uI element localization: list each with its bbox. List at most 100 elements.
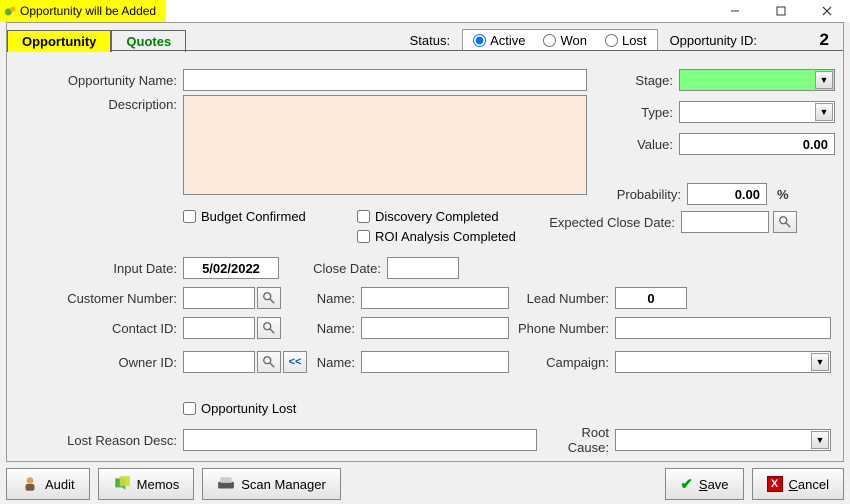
memos-label: Memos: [137, 477, 180, 492]
opportunity-lost-input[interactable]: [183, 402, 196, 415]
type-select[interactable]: ▼: [679, 101, 835, 123]
lost-reason-input[interactable]: [183, 429, 537, 451]
root-cause-label: Root Cause:: [537, 425, 615, 455]
magnifier-icon: [262, 355, 276, 369]
roi-completed-input[interactable]: [357, 230, 370, 243]
opportunity-id-value: 2: [769, 30, 829, 50]
cancel-label: Cancel: [789, 477, 829, 492]
campaign-select[interactable]: ▼: [615, 351, 831, 373]
scan-manager-label: Scan Manager: [241, 477, 326, 492]
tab-opportunity[interactable]: Opportunity: [7, 30, 111, 52]
status-block: Status: Active Won Lost Opportunity ID: …: [410, 29, 829, 51]
contact-name-input[interactable]: [361, 317, 509, 339]
chevron-down-icon: ▼: [811, 431, 829, 449]
status-won-label: Won: [560, 33, 587, 48]
chevron-down-icon: ▼: [815, 103, 833, 121]
save-label: Save: [699, 477, 729, 492]
contact-id-lookup-button[interactable]: [257, 317, 281, 339]
lead-number-label: Lead Number:: [509, 291, 615, 306]
description-label: Description:: [7, 95, 183, 112]
customer-number-label: Customer Number:: [7, 291, 183, 306]
discovery-completed-checkbox[interactable]: Discovery Completed: [357, 209, 499, 224]
check-icon: ✔: [680, 475, 693, 493]
customer-number-lookup-button[interactable]: [257, 287, 281, 309]
save-button[interactable]: ✔ Save: [665, 468, 743, 500]
scanner-icon: [217, 475, 235, 493]
owner-id-input[interactable]: [183, 351, 255, 373]
main-panel: Opportunity Quotes Status: Active Won Lo…: [6, 22, 844, 462]
roi-completed-checkbox[interactable]: ROI Analysis Completed: [357, 229, 516, 244]
expected-close-lookup-button[interactable]: [773, 211, 797, 233]
tab-quotes[interactable]: Quotes: [111, 30, 186, 52]
roi-completed-label: ROI Analysis Completed: [375, 229, 516, 244]
input-date-label: Input Date:: [7, 261, 183, 276]
phone-number-label: Phone Number:: [509, 321, 615, 336]
memos-button[interactable]: Memos: [98, 468, 195, 500]
phone-number-input[interactable]: [615, 317, 831, 339]
owner-name-label: Name:: [307, 355, 361, 370]
probability-input[interactable]: 0.00: [687, 183, 767, 205]
owner-id-label: Owner ID:: [7, 355, 183, 370]
value-input[interactable]: 0.00: [679, 133, 835, 155]
status-label: Status:: [410, 33, 450, 48]
customer-name-label: Name:: [281, 291, 361, 306]
close-date-input[interactable]: [387, 257, 459, 279]
status-won-radio[interactable]: [543, 34, 556, 47]
chevron-down-icon: ▼: [815, 71, 833, 89]
tab-quotes-label: Quotes: [126, 34, 171, 49]
stage-label: Stage:: [599, 73, 679, 88]
status-active-option[interactable]: Active: [473, 33, 525, 48]
audit-icon: [21, 475, 39, 493]
status-active-radio[interactable]: [473, 34, 486, 47]
magnifier-icon: [262, 291, 276, 305]
title-highlight: Opportunity will be Added: [0, 0, 166, 22]
memos-icon: [113, 475, 131, 493]
input-date-input[interactable]: [183, 257, 279, 279]
footer-toolbar: Audit Memos Scan Manager ✔ Save X Cancel: [6, 466, 844, 502]
cancel-button[interactable]: X Cancel: [752, 468, 844, 500]
expected-close-input[interactable]: [681, 211, 769, 233]
tab-body: Opportunity Name: Description: Stage: ▼ …: [7, 50, 843, 461]
scan-manager-button[interactable]: Scan Manager: [202, 468, 341, 500]
value-label: Value:: [599, 137, 679, 152]
minimize-button[interactable]: [712, 0, 758, 22]
root-cause-select[interactable]: ▼: [615, 429, 831, 451]
customer-name-input[interactable]: [361, 287, 509, 309]
close-button[interactable]: [804, 0, 850, 22]
status-won-option[interactable]: Won: [543, 33, 587, 48]
contact-id-input[interactable]: [183, 317, 255, 339]
probability-text: 0.00: [735, 187, 760, 202]
lead-number-input[interactable]: [615, 287, 687, 309]
description-textarea[interactable]: [183, 95, 587, 195]
owner-prev-button[interactable]: <<: [283, 351, 307, 373]
type-label: Type:: [599, 105, 679, 120]
maximize-button[interactable]: [758, 0, 804, 22]
owner-name-input[interactable]: [361, 351, 509, 373]
audit-button[interactable]: Audit: [6, 468, 90, 500]
budget-confirmed-checkbox[interactable]: Budget Confirmed: [183, 209, 306, 224]
opportunity-name-label: Opportunity Name:: [7, 73, 183, 88]
app-icon: [4, 4, 18, 18]
opportunity-lost-checkbox[interactable]: Opportunity Lost: [183, 401, 296, 416]
tabs-row: Opportunity Quotes Status: Active Won Lo…: [7, 27, 843, 51]
budget-confirmed-input[interactable]: [183, 210, 196, 223]
stage-select[interactable]: ▼: [679, 69, 835, 91]
status-lost-radio[interactable]: [605, 34, 618, 47]
x-icon: X: [767, 476, 783, 492]
status-radio-group: Active Won Lost: [462, 29, 657, 51]
campaign-label: Campaign:: [509, 355, 615, 370]
expected-close-label: Expected Close Date:: [521, 215, 681, 230]
owner-id-lookup-button[interactable]: [257, 351, 281, 373]
value-text: 0.00: [803, 137, 828, 152]
lost-reason-label: Lost Reason Desc:: [7, 433, 183, 448]
percent-label: %: [767, 187, 797, 202]
status-lost-option[interactable]: Lost: [605, 33, 647, 48]
opportunity-id-label: Opportunity ID:: [670, 33, 757, 48]
tab-opportunity-label: Opportunity: [22, 34, 96, 49]
contact-id-label: Contact ID:: [7, 321, 183, 336]
discovery-completed-input[interactable]: [357, 210, 370, 223]
opportunity-name-input[interactable]: [183, 69, 587, 91]
customer-number-input[interactable]: [183, 287, 255, 309]
discovery-completed-label: Discovery Completed: [375, 209, 499, 224]
window-controls: [712, 0, 850, 22]
